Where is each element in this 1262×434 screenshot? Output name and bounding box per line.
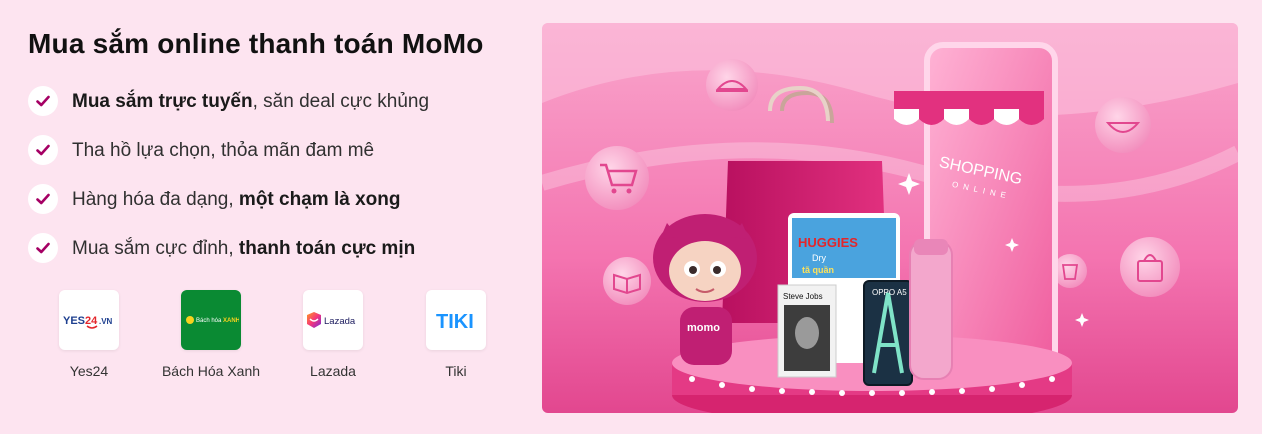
drink-icon — [1053, 254, 1087, 288]
partner-lazada[interactable]: Lazada Lazada — [263, 290, 403, 379]
thermos-bottle — [909, 239, 953, 380]
partner-yes24[interactable]: YES 24 .VN Yes24 — [19, 290, 159, 379]
check-icon — [28, 86, 58, 116]
shopping-banner: SHOPPING ONLINE HUGGIES Dry tã quần Stev… — [542, 23, 1238, 413]
partner-name: Bách Hóa Xanh — [161, 363, 261, 379]
feature-text: Mua sắm trực tuyến, săn deal cực khủng — [72, 91, 430, 112]
feature-text: Tha hồ lựa chọn, thỏa mãn đam mê — [72, 140, 375, 161]
mascot-logo-text: momo — [687, 322, 720, 334]
svg-text:Bách hóa: Bách hóa — [196, 318, 222, 324]
diaper-brand-text: HUGGIES — [798, 235, 858, 250]
feature-item: Hàng hóa đa dạng, một chạm là xong — [28, 184, 508, 233]
partner-tiki[interactable]: TIKI Tiki — [386, 290, 526, 379]
svg-text:Lazada: Lazada — [324, 316, 356, 327]
book-icon — [603, 257, 651, 305]
diaper-type-text: tã quần — [802, 265, 834, 275]
shopping-illustration: SHOPPING ONLINE HUGGIES Dry tã quần Stev… — [542, 23, 1238, 413]
tiki-logo[interactable]: TIKI — [426, 290, 486, 350]
page-title: Mua sắm online thanh toán MoMo — [28, 28, 484, 59]
feature-item: Tha hồ lựa chọn, thỏa mãn đam mê — [28, 135, 508, 184]
feature-text: Mua sắm cực đỉnh, thanh toán cực mịn — [72, 238, 416, 259]
feature-list: Mua sắm trực tuyến, săn deal cực khủng T… — [28, 86, 508, 282]
book-title-text: Steve Jobs — [783, 292, 823, 301]
check-icon — [28, 135, 58, 165]
partner-name: Lazada — [310, 363, 356, 379]
cart-icon — [585, 146, 649, 210]
svg-text:.VN: .VN — [99, 317, 113, 326]
partner-name: Tiki — [445, 363, 467, 379]
svg-text:TIKI: TIKI — [436, 311, 474, 333]
feature-item: Mua sắm cực đỉnh, thanh toán cực mịn — [28, 233, 508, 282]
bowl-icon — [1095, 97, 1151, 153]
bag-icon — [1120, 237, 1180, 297]
bach-hoa-xanh-logo[interactable]: Bách hóa XANH — [181, 290, 241, 350]
svg-text:XANH: XANH — [223, 318, 239, 324]
check-icon — [28, 184, 58, 214]
food-icon — [706, 59, 758, 111]
yes24-logo[interactable]: YES 24 .VN — [59, 290, 119, 350]
oppo-phone: OPPO A5 — [863, 280, 913, 386]
diaper-dry-text: Dry — [812, 253, 826, 263]
phone-model-text: OPPO A5 — [872, 288, 907, 297]
svg-text:YES: YES — [63, 315, 85, 327]
feature-item: Mua sắm trực tuyến, săn deal cực khủng — [28, 86, 508, 135]
svg-text:24: 24 — [85, 315, 98, 327]
lazada-logo[interactable]: Lazada — [303, 290, 363, 350]
check-icon — [28, 233, 58, 263]
partner-name: Yes24 — [69, 363, 109, 379]
steve-jobs-book: Steve Jobs — [777, 284, 837, 378]
feature-text: Hàng hóa đa dạng, một chạm là xong — [72, 189, 401, 210]
partner-bach-hoa-xanh[interactable]: Bách hóa XANH Bách Hóa Xanh — [141, 290, 281, 379]
